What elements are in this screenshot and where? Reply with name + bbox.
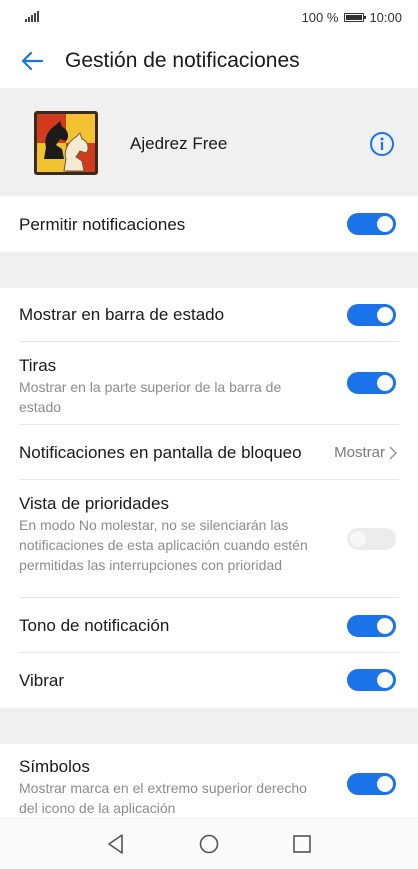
- app-bar: Gestión de notificaciones: [0, 34, 418, 88]
- tone-row[interactable]: Tono de notificación: [0, 598, 418, 653]
- nav-back-icon[interactable]: [104, 832, 128, 856]
- back-button[interactable]: [17, 46, 47, 76]
- chess-knight-app-icon: [34, 111, 98, 175]
- badges-row[interactable]: Símbolos Mostrar marca en el extremo sup…: [0, 744, 418, 818]
- lock-screen-label: Notificaciones en pantalla de bloqueo: [19, 443, 302, 462]
- priority-row[interactable]: Vista de prioridades En modo No molestar…: [0, 480, 418, 598]
- app-header: Ajedrez Free: [0, 88, 418, 196]
- tone-label: Tono de notificación: [19, 616, 170, 635]
- app-name: Ajedrez Free: [130, 134, 228, 153]
- banners-toggle[interactable]: [347, 372, 396, 394]
- allow-notifications-toggle[interactable]: [347, 213, 396, 235]
- priority-label: Vista de prioridades: [19, 494, 169, 513]
- status-bar-toggle[interactable]: [347, 304, 396, 326]
- badges-toggle[interactable]: [347, 773, 396, 795]
- badges-description: Mostrar marca en el extremo superior der…: [19, 780, 307, 816]
- banners-row[interactable]: Tiras Mostrar en la parte superior de la…: [0, 342, 418, 425]
- vibrate-toggle[interactable]: [347, 669, 396, 691]
- status-bar: 100 % 10:00: [0, 0, 418, 34]
- lock-screen-value-text: Mostrar: [334, 444, 385, 461]
- tone-toggle[interactable]: [347, 615, 396, 637]
- banners-description: Mostrar en la parte superior de la barra…: [19, 379, 282, 415]
- chevron-right-icon: [389, 445, 398, 460]
- battery-icon: [344, 12, 367, 22]
- info-icon[interactable]: [369, 131, 395, 157]
- signal-icon: [25, 11, 39, 22]
- lock-screen-row[interactable]: Notificaciones en pantalla de bloqueo Mo…: [0, 425, 418, 480]
- section-gap: [0, 708, 418, 744]
- allow-notifications-label: Permitir notificaciones: [19, 215, 186, 234]
- status-bar-row[interactable]: Mostrar en barra de estado: [0, 288, 418, 342]
- lock-screen-value[interactable]: Mostrar: [334, 444, 398, 461]
- navigation-bar: [0, 818, 418, 869]
- badges-label: Símbolos: [19, 757, 90, 776]
- section-gap: [0, 252, 418, 288]
- vibrate-label: Vibrar: [19, 671, 65, 690]
- vibrate-row[interactable]: Vibrar: [0, 653, 418, 708]
- banners-label: Tiras: [19, 356, 57, 375]
- page-title: Gestión de notificaciones: [65, 49, 300, 72]
- clock: 10:00: [369, 9, 402, 25]
- arrow-left-icon: [21, 51, 44, 71]
- priority-toggle[interactable]: [347, 528, 396, 550]
- nav-home-icon[interactable]: [197, 832, 221, 856]
- status-bar-label: Mostrar en barra de estado: [19, 305, 225, 324]
- allow-notifications-row[interactable]: Permitir notificaciones: [0, 196, 418, 252]
- priority-description: En modo No molestar, no se silenciarán l…: [19, 517, 308, 573]
- nav-recent-icon[interactable]: [290, 832, 314, 856]
- battery-percent: 100 %: [301, 9, 339, 25]
